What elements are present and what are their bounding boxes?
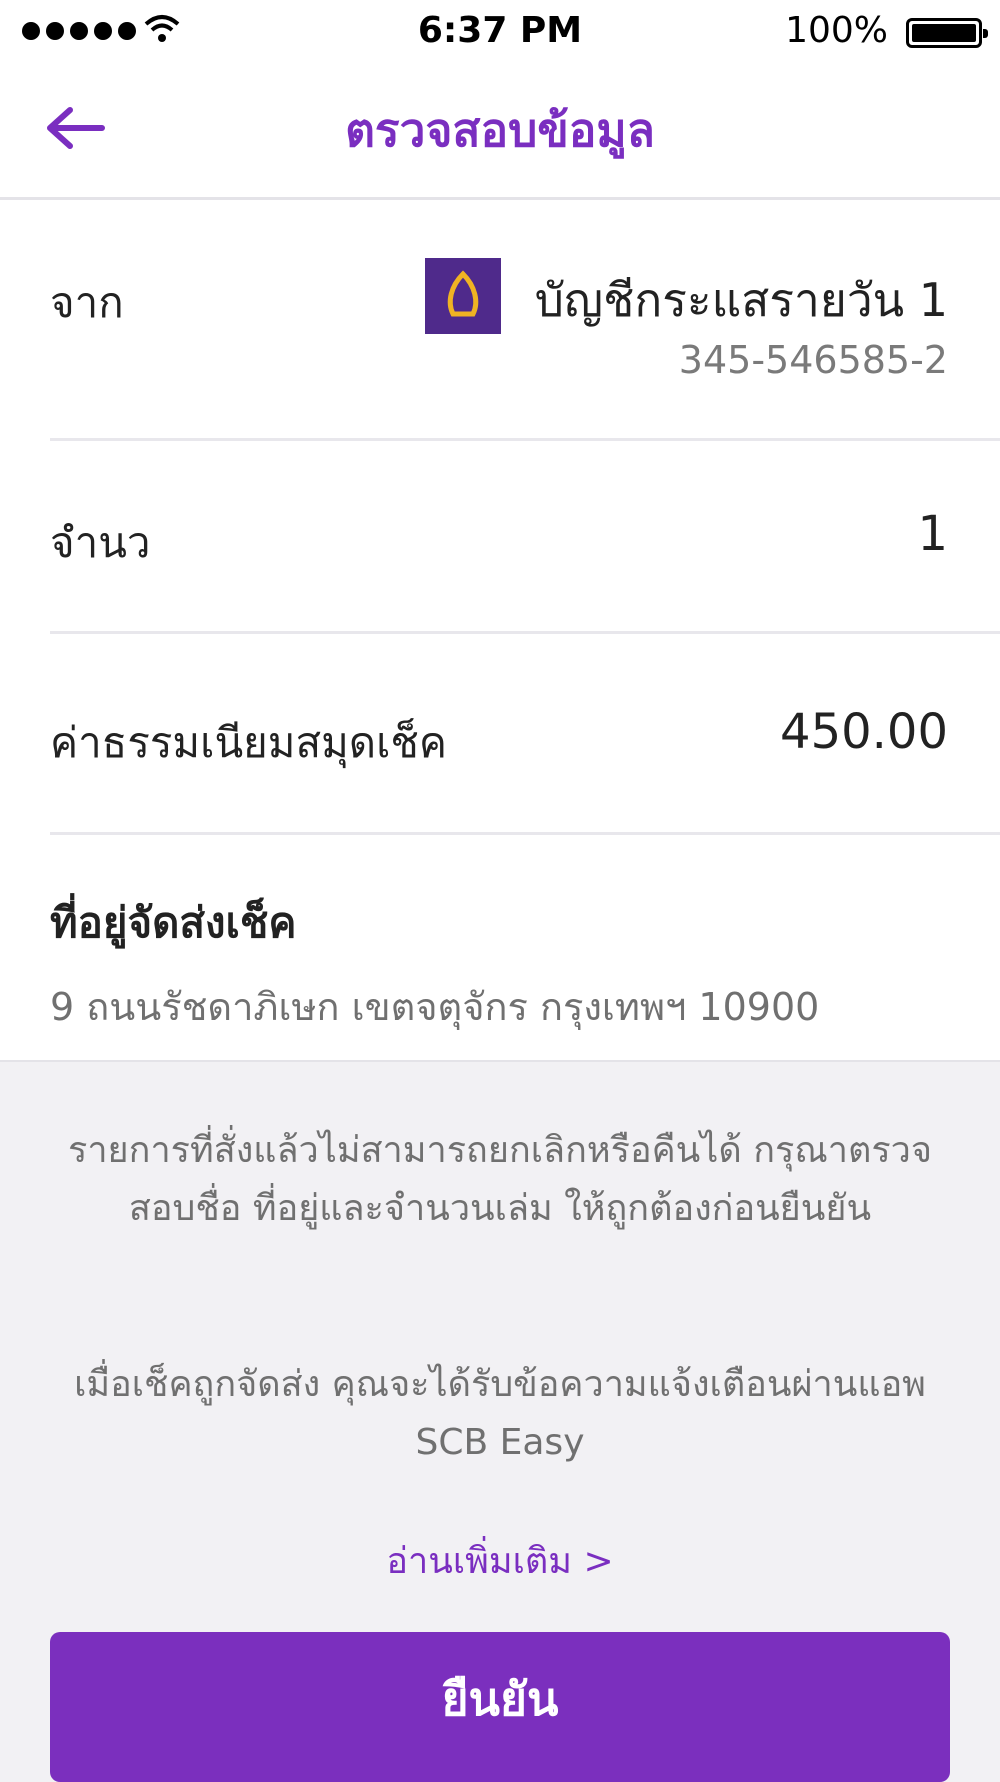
- confirm-button[interactable]: ยืนยัน: [50, 1632, 950, 1782]
- from-account-row: จาก บัญชีกระแสรายวัน 1 345-546585-2: [50, 258, 1000, 388]
- delivery-notification-note: เมื่อเช็คถูกจัดส่ง คุณจะได้รับข้อความแจ้…: [74, 1364, 926, 1463]
- battery-icon: [906, 18, 988, 48]
- delivery-address-label: ที่อยู่จัดส่งเช็ค: [50, 898, 297, 947]
- divider: [50, 832, 1000, 835]
- divider: [50, 438, 1000, 441]
- divider: [50, 631, 1000, 634]
- account-name: บัญชีกระแสรายวัน 1: [534, 273, 948, 327]
- read-more-link[interactable]: อ่านเพิ่มเติม >: [0, 1532, 1000, 1589]
- fee-value: 450.00: [780, 704, 948, 760]
- cancellation-warning: รายการที่สั่งแล้วไม่สามารถยกเลิกหรือคืนไ…: [68, 1130, 932, 1229]
- navigation-bar: ตรวจสอบข้อมูล: [0, 64, 1000, 200]
- account-number: 345-546585-2: [678, 338, 948, 382]
- page-title: ตรวจสอบข้อมูล: [345, 103, 655, 157]
- quantity-row: จำนว 1: [50, 506, 1000, 576]
- quantity-value: 1: [917, 506, 948, 562]
- scb-logo-icon: [447, 270, 479, 317]
- quantity-label: จำนว: [50, 518, 151, 567]
- delivery-address-value: 9 ถนนรัชดาภิเษก เขตจตุจักร กรุงเทพฯ 1090…: [50, 985, 820, 1029]
- order-summary: จาก บัญชีกระแสรายวัน 1 345-546585-2 จำนว…: [0, 200, 1000, 1062]
- delivery-address-row: ที่อยู่จัดส่งเช็ค 9 ถนนรัชดาภิเษก เขตจตุ…: [50, 890, 1000, 1037]
- battery-percentage: 100%: [785, 10, 888, 51]
- bank-logo: [425, 258, 501, 334]
- fee-row: ค่าธรรมเนียมสมุดเช็ค 450.00: [50, 704, 1000, 776]
- status-bar: 6:37 PM 100%: [0, 0, 1000, 64]
- from-label: จาก: [50, 278, 124, 327]
